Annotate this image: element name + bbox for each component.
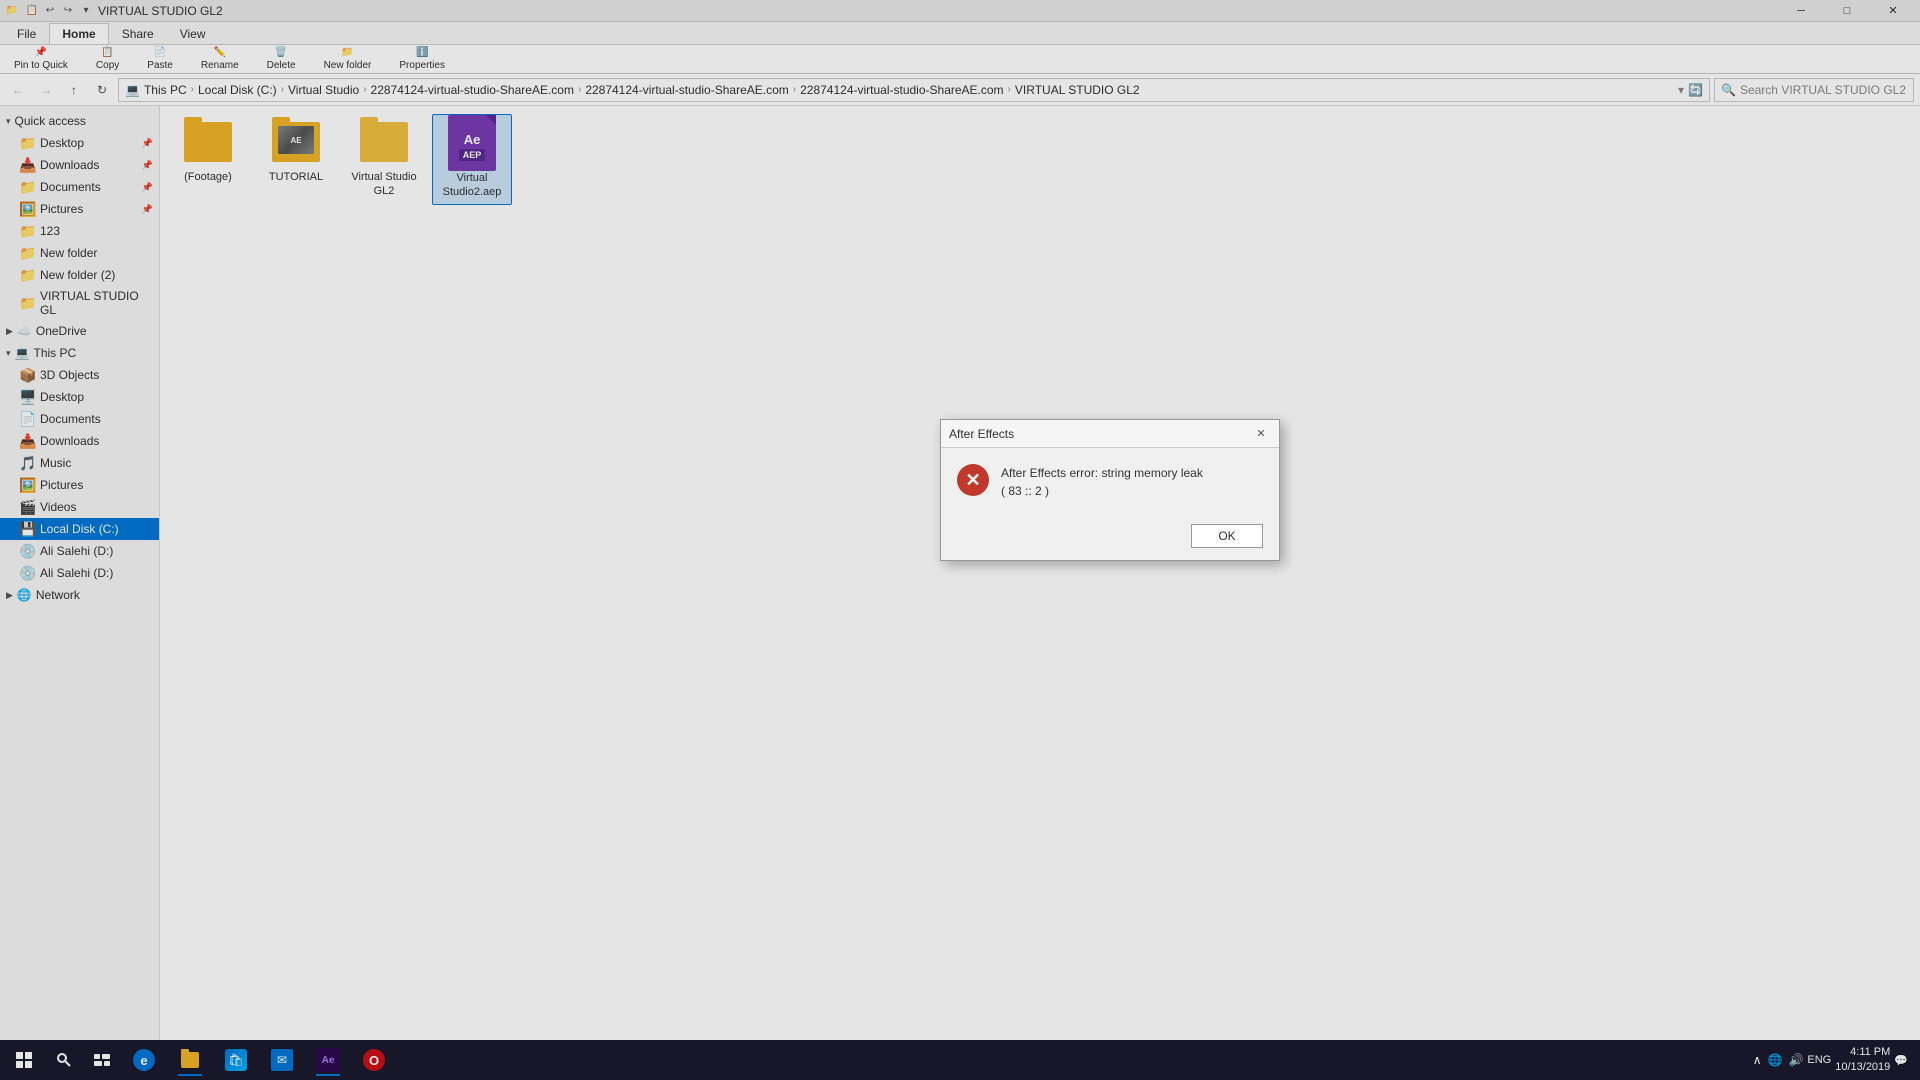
error-line1: After Effects error: string memory leak — [1001, 464, 1203, 482]
error-line2: ( 83 :: 2 ) — [1001, 482, 1203, 500]
dialog-message: After Effects error: string memory leak … — [1001, 464, 1203, 500]
dialog-title-bar: After Effects ✕ — [941, 420, 1279, 448]
dialog-footer: OK — [941, 516, 1279, 560]
error-dialog: After Effects ✕ ✕ After Effects error: s… — [940, 419, 1280, 561]
ok-button[interactable]: OK — [1191, 524, 1263, 548]
dialog-close-button[interactable]: ✕ — [1251, 424, 1271, 444]
modal-overlay: After Effects ✕ ✕ After Effects error: s… — [0, 0, 1920, 1080]
dialog-title: After Effects — [949, 427, 1014, 441]
error-icon: ✕ — [957, 464, 989, 496]
dialog-body: ✕ After Effects error: string memory lea… — [941, 448, 1279, 516]
